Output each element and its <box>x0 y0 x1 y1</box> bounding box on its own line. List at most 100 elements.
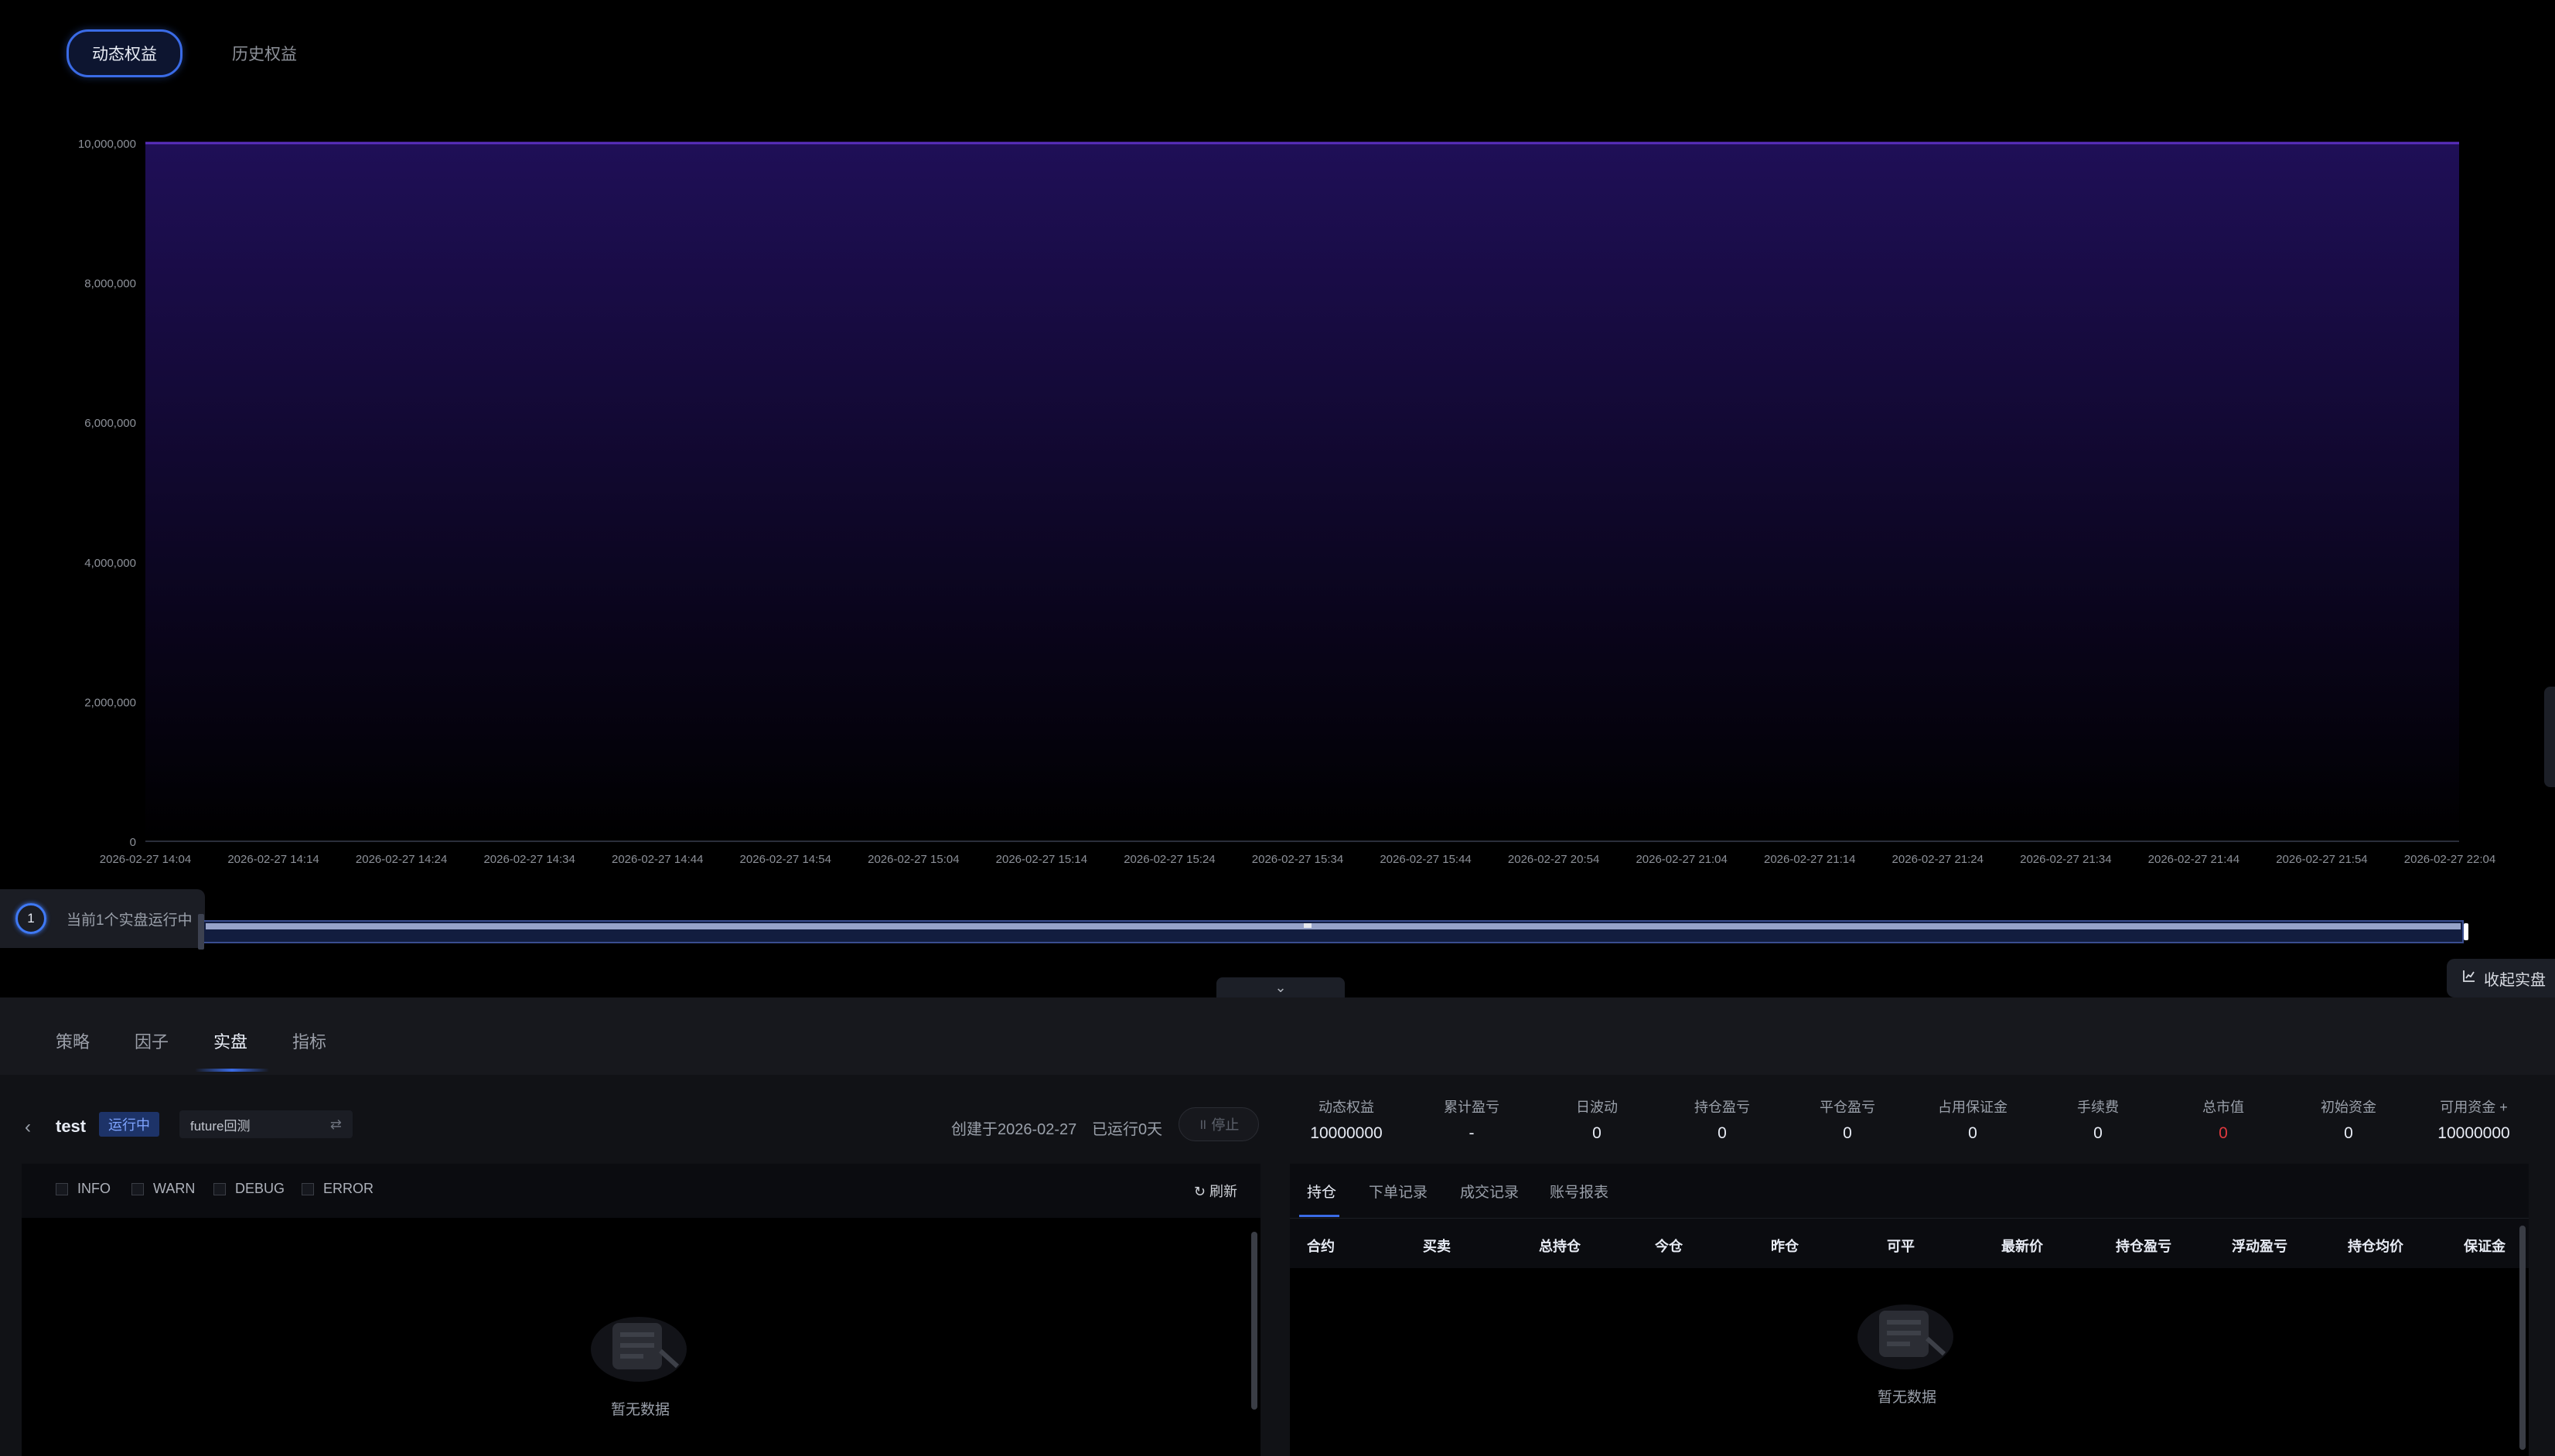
stat-value: 0 <box>1968 1124 1977 1142</box>
x-tick-label: 2026-02-27 15:44 <box>1380 853 1471 866</box>
filter-info[interactable]: INFO <box>56 1181 111 1197</box>
stat-label: 日波动 <box>1576 1100 1618 1115</box>
refresh-icon: ↻ <box>1193 1184 1206 1199</box>
chevron-down-icon[interactable]: ⌄ <box>1216 977 1345 997</box>
mode-select-value: future回测 <box>190 1118 251 1134</box>
tab-factor[interactable]: 因子 <box>135 1028 169 1053</box>
zoom-grip[interactable] <box>1304 923 1312 928</box>
zoom-handle-right[interactable] <box>2464 923 2468 940</box>
tab-dynamic-equity[interactable]: 动态权益 <box>67 29 182 77</box>
stat-market-value: 总市值 0 <box>2161 1096 2286 1143</box>
collapse-live-label: 收起实盘 <box>2484 971 2546 989</box>
running-badge[interactable]: 1 当前1个实盘运行中 <box>0 889 205 948</box>
stat-label: 占用保证金 <box>1938 1100 2008 1115</box>
column-header: 最新价 <box>2001 1239 2043 1254</box>
log-panel: INFO WARN DEBUG ERROR ↻ 刷新 暂无数据 <box>22 1164 1260 1456</box>
swap-icon: ⇄ <box>329 1116 342 1132</box>
column-header: 昨仓 <box>1771 1239 1799 1254</box>
stat-value: 0 <box>1592 1124 1602 1142</box>
stat-label: 累计盈亏 <box>1444 1100 1499 1115</box>
strategy-name: test <box>56 1117 87 1136</box>
zoom-range[interactable] <box>206 923 2461 929</box>
status-badge: 运行中 <box>99 1112 159 1137</box>
stat-value: 0 <box>2344 1124 2353 1142</box>
chevron-left-icon[interactable]: ‹ <box>25 1117 31 1138</box>
x-tick-label: 2026-02-27 14:34 <box>483 853 575 866</box>
column-header: 持仓均价 <box>2348 1239 2403 1254</box>
stat-initial-capital: 初始资金 0 <box>2286 1096 2411 1143</box>
stop-button[interactable]: ॥ 停止 <box>1179 1107 1259 1141</box>
stat-close-pnl: 平仓盈亏 0 <box>1785 1096 1910 1143</box>
created-date: 创建于2026-02-27 <box>951 1121 1077 1138</box>
zoom-slider[interactable] <box>198 914 2468 950</box>
column-header: 总持仓 <box>1539 1239 1581 1254</box>
collapse-live-button[interactable]: 收起实盘 <box>2447 959 2555 997</box>
y-tick-label: 4,000,000 <box>84 557 136 570</box>
running-count: 1 <box>15 903 46 934</box>
column-header: 保证金 <box>2464 1239 2506 1254</box>
tab-indicator[interactable]: 指标 <box>292 1028 326 1053</box>
x-tick-label: 2026-02-27 21:54 <box>2276 853 2367 866</box>
log-scrollbar[interactable] <box>1251 1232 1257 1410</box>
stat-label: 动态权益 <box>1318 1100 1374 1115</box>
y-tick-label: 0 <box>130 836 136 849</box>
positions-scrollbar[interactable] <box>2519 1226 2526 1450</box>
mode-select[interactable]: future回测 ⇄ <box>179 1110 353 1138</box>
tab-live[interactable]: 实盘 <box>213 1028 247 1053</box>
stat-available-funds: 可用资金 + 10000000 <box>2411 1096 2536 1143</box>
stat-total-pnl: 累计盈亏 - <box>1409 1096 1534 1143</box>
tab-orders[interactable]: 下单记录 <box>1369 1181 1428 1202</box>
stat-label: 持仓盈亏 <box>1694 1100 1750 1115</box>
strategy-header: ‹ test 运行中 future回测 ⇄ 创建于2026-02-27 已运行0… <box>0 1106 1268 1152</box>
active-tab-indicator <box>1299 1215 1339 1217</box>
x-tick-label: 2026-02-27 20:54 <box>1508 853 1599 866</box>
x-tick-label: 2026-02-27 14:04 <box>100 853 191 866</box>
positions-tabs: 持仓 下单记录 成交记录 账号报表 <box>1290 1164 2529 1218</box>
column-header: 可平 <box>1887 1239 1915 1254</box>
tab-strategy[interactable]: 策略 <box>56 1028 90 1053</box>
stat-value: 10000000 <box>1310 1124 1383 1142</box>
checkbox[interactable] <box>56 1182 68 1195</box>
log-empty-text: 暂无数据 <box>610 1402 670 1418</box>
positions-table-header: 合约 买卖 总持仓 今仓 昨仓 可平 最新价 持仓盈亏 浮动盈亏 持仓均价 保证… <box>1290 1218 2529 1268</box>
column-header: 持仓盈亏 <box>2116 1239 2171 1254</box>
x-tick-label: 2026-02-27 21:14 <box>1764 853 1855 866</box>
bottom-panel: 策略 因子 实盘 指标 ‹ test 运行中 future回测 ⇄ 创建于202… <box>0 997 2555 1456</box>
x-tick-label: 2026-02-27 21:04 <box>1636 853 1727 866</box>
side-expand-handle[interactable] <box>2544 687 2555 787</box>
equity-area <box>145 143 2459 841</box>
column-header: 今仓 <box>1655 1239 1683 1254</box>
log-toolbar: INFO WARN DEBUG ERROR ↻ 刷新 <box>22 1164 1260 1218</box>
x-tick-label: 2026-02-27 14:44 <box>612 853 703 866</box>
stat-value: 0 <box>2219 1124 2228 1142</box>
plus-icon[interactable]: + <box>2499 1100 2508 1115</box>
checkbox[interactable] <box>131 1182 144 1195</box>
equity-tabs: 动态权益 历史权益 <box>67 29 320 77</box>
x-tick-label: 2026-02-27 15:34 <box>1252 853 1343 866</box>
line-chart-icon <box>2462 969 2476 987</box>
tab-trades[interactable]: 成交记录 <box>1460 1181 1519 1202</box>
stat-value: 0 <box>1843 1124 1852 1142</box>
positions-empty-text: 暂无数据 <box>1877 1390 1936 1406</box>
column-header: 合约 <box>1307 1239 1335 1254</box>
checkbox[interactable] <box>302 1182 314 1195</box>
stat-label: 初始资金 <box>2321 1100 2376 1115</box>
account-stats: 动态权益 10000000 累计盈亏 - 日波动 0 持仓盈亏 0 平仓盈亏 0 占用保证… <box>1284 1096 2552 1152</box>
stop-label: 停止 <box>1211 1117 1240 1133</box>
x-tick-label: 2026-02-27 14:14 <box>227 853 319 866</box>
filter-error[interactable]: ERROR <box>302 1181 374 1197</box>
tab-historical-equity[interactable]: 历史权益 <box>209 32 320 75</box>
filter-debug[interactable]: DEBUG <box>213 1181 285 1197</box>
x-tick-label: 2026-02-27 14:24 <box>356 853 447 866</box>
refresh-button[interactable]: ↻ 刷新 <box>1194 1181 1237 1201</box>
zoom-handle-left[interactable] <box>198 914 204 950</box>
elapsed-days: 已运行0天 <box>1092 1121 1163 1138</box>
stat-value: 10000000 <box>2437 1124 2510 1142</box>
x-tick-label: 2026-02-27 22:04 <box>2404 853 2495 866</box>
tab-account-report[interactable]: 账号报表 <box>1550 1181 1608 1202</box>
checkbox[interactable] <box>213 1182 226 1195</box>
running-text: 当前1个实盘运行中 <box>67 912 193 929</box>
filter-warn[interactable]: WARN <box>131 1181 195 1197</box>
column-header: 浮动盈亏 <box>2232 1239 2287 1254</box>
tab-positions[interactable]: 持仓 <box>1307 1181 1336 1202</box>
